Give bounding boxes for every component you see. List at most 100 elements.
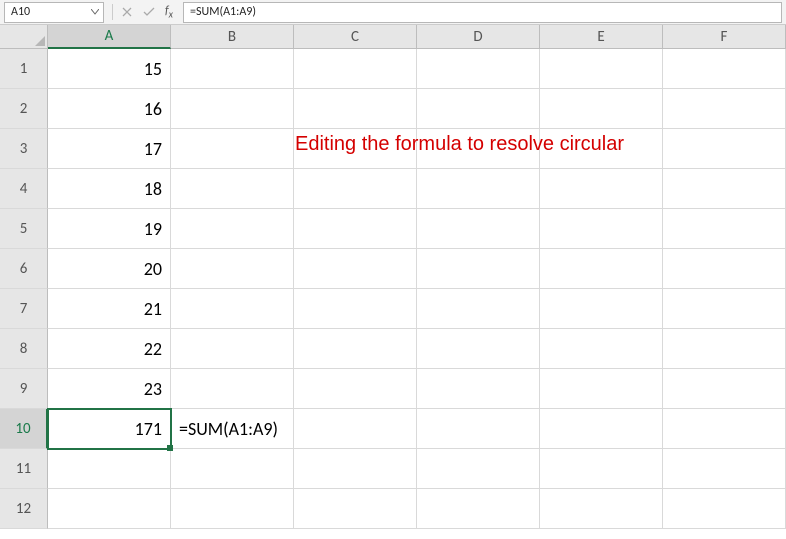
cell-c11[interactable]	[294, 449, 417, 489]
cell-f11[interactable]	[663, 449, 786, 489]
row-header-6[interactable]: 6	[0, 249, 48, 289]
confirm-icon[interactable]	[141, 4, 157, 20]
cell-b12[interactable]	[171, 489, 294, 529]
cell-d4[interactable]	[417, 169, 540, 209]
cell-e10[interactable]	[540, 409, 663, 449]
chevron-down-icon[interactable]	[87, 9, 103, 15]
cell-b11[interactable]	[171, 449, 294, 489]
cell-a12[interactable]	[48, 489, 171, 529]
cell-f1[interactable]	[663, 49, 786, 89]
cancel-icon[interactable]	[119, 4, 135, 20]
cell-c4[interactable]	[294, 169, 417, 209]
cell-d1[interactable]	[417, 49, 540, 89]
cell-c5[interactable]	[294, 209, 417, 249]
cell-f3[interactable]	[663, 129, 786, 169]
cell-a1[interactable]: 15	[48, 49, 171, 89]
cell-c10[interactable]	[294, 409, 417, 449]
cell-f5[interactable]	[663, 209, 786, 249]
cell-c6[interactable]	[294, 249, 417, 289]
cell-a11[interactable]	[48, 449, 171, 489]
grid-row: 923	[0, 369, 786, 409]
cell-b10[interactable]: =SUM(A1:A9)	[171, 409, 294, 449]
row-header-7[interactable]: 7	[0, 289, 48, 329]
cell-f8[interactable]	[663, 329, 786, 369]
cell-b4[interactable]	[171, 169, 294, 209]
cell-d12[interactable]	[417, 489, 540, 529]
column-header-b[interactable]: B	[171, 25, 294, 49]
row-header-3[interactable]: 3	[0, 129, 48, 169]
cell-d8[interactable]	[417, 329, 540, 369]
cell-a4[interactable]: 18	[48, 169, 171, 209]
cell-e5[interactable]	[540, 209, 663, 249]
cell-d5[interactable]	[417, 209, 540, 249]
cell-a8[interactable]: 22	[48, 329, 171, 369]
row-header-11[interactable]: 11	[0, 449, 48, 489]
column-header-c[interactable]: C	[294, 25, 417, 49]
cell-b5[interactable]	[171, 209, 294, 249]
cell-c12[interactable]	[294, 489, 417, 529]
name-box-value: A10	[5, 5, 87, 19]
cell-e1[interactable]	[540, 49, 663, 89]
cell-e11[interactable]	[540, 449, 663, 489]
cell-f2[interactable]	[663, 89, 786, 129]
cell-f10[interactable]	[663, 409, 786, 449]
cell-b8[interactable]	[171, 329, 294, 369]
select-all-corner[interactable]	[0, 25, 48, 49]
cell-a5[interactable]: 19	[48, 209, 171, 249]
grid-row: 216	[0, 89, 786, 129]
column-header-a[interactable]: A	[48, 25, 171, 49]
cell-d2[interactable]	[417, 89, 540, 129]
column-header-e[interactable]: E	[540, 25, 663, 49]
cell-e9[interactable]	[540, 369, 663, 409]
row-header-1[interactable]: 1	[0, 49, 48, 89]
fx-icon[interactable]: fx	[163, 4, 175, 20]
cell-d11[interactable]	[417, 449, 540, 489]
row-header-4[interactable]: 4	[0, 169, 48, 209]
row-header-9[interactable]: 9	[0, 369, 48, 409]
cell-d9[interactable]	[417, 369, 540, 409]
cell-a7[interactable]: 21	[48, 289, 171, 329]
column-header-d[interactable]: D	[417, 25, 540, 49]
cell-a10[interactable]: 171	[48, 409, 171, 449]
cell-a6[interactable]: 20	[48, 249, 171, 289]
cell-d7[interactable]	[417, 289, 540, 329]
cell-f6[interactable]	[663, 249, 786, 289]
cell-c1[interactable]	[294, 49, 417, 89]
cell-a3[interactable]: 17	[48, 129, 171, 169]
cell-e7[interactable]	[540, 289, 663, 329]
cell-b7[interactable]	[171, 289, 294, 329]
cell-e6[interactable]	[540, 249, 663, 289]
cell-e8[interactable]	[540, 329, 663, 369]
cell-b1[interactable]	[171, 49, 294, 89]
column-header-f[interactable]: F	[663, 25, 786, 49]
grid-row: 11	[0, 449, 786, 489]
cell-b6[interactable]	[171, 249, 294, 289]
cell-c9[interactable]	[294, 369, 417, 409]
cell-c2[interactable]	[294, 89, 417, 129]
cell-c8[interactable]	[294, 329, 417, 369]
row-header-8[interactable]: 8	[0, 329, 48, 369]
cell-f9[interactable]	[663, 369, 786, 409]
cell-b9[interactable]	[171, 369, 294, 409]
formula-input[interactable]: =SUM(A1:A9)	[183, 2, 782, 23]
cell-f4[interactable]	[663, 169, 786, 209]
cell-f7[interactable]	[663, 289, 786, 329]
fill-handle[interactable]	[167, 445, 173, 451]
cell-a9[interactable]: 23	[48, 369, 171, 409]
cell-a2[interactable]: 16	[48, 89, 171, 129]
cell-b3[interactable]	[171, 129, 294, 169]
cell-e2[interactable]	[540, 89, 663, 129]
cell-d10[interactable]	[417, 409, 540, 449]
cell-e4[interactable]	[540, 169, 663, 209]
name-box[interactable]: A10	[4, 2, 104, 23]
cell-e12[interactable]	[540, 489, 663, 529]
cell-f12[interactable]	[663, 489, 786, 529]
row-header-12[interactable]: 12	[0, 489, 48, 529]
row-header-10[interactable]: 10	[0, 409, 48, 449]
cell-b2[interactable]	[171, 89, 294, 129]
grid-row: 10171=SUM(A1:A9)	[0, 409, 786, 449]
row-header-2[interactable]: 2	[0, 89, 48, 129]
row-header-5[interactable]: 5	[0, 209, 48, 249]
cell-d6[interactable]	[417, 249, 540, 289]
cell-c7[interactable]	[294, 289, 417, 329]
